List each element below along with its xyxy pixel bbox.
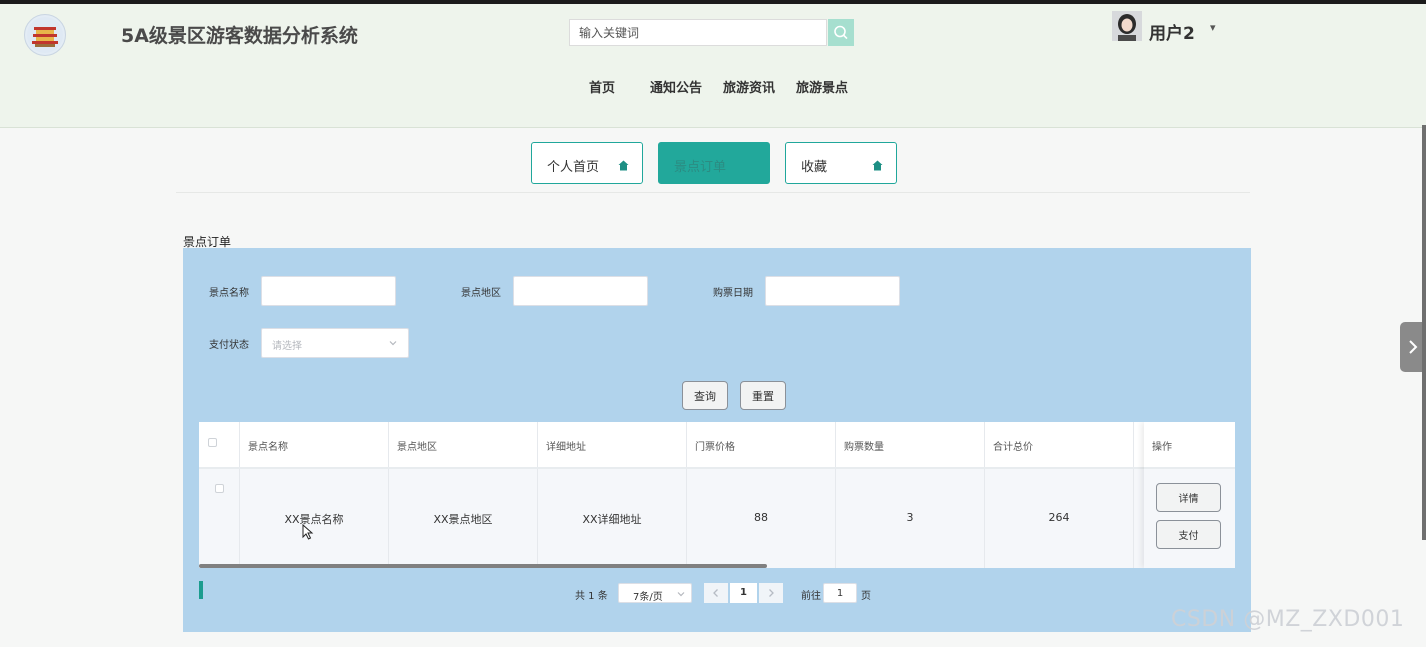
chevron-right-icon <box>769 589 774 597</box>
query-button[interactable]: 查询 <box>682 381 728 410</box>
page-size-select[interactable]: 7条/页 <box>618 583 692 603</box>
scenic-region-input[interactable] <box>513 276 648 306</box>
tab-favorites[interactable]: 收藏 <box>785 142 897 184</box>
filter-label-region: 景点地区 <box>461 288 501 299</box>
header-cell-total: 合计总价 <box>985 422 1134 467</box>
nav-item-scenic-spots[interactable]: 旅游景点 <box>796 77 848 96</box>
row-cell-quantity: 3 <box>836 469 985 568</box>
goto-label: 前往 <box>801 591 821 602</box>
current-page-number[interactable]: 1 <box>730 583 757 603</box>
search-bar <box>569 19 855 48</box>
search-icon <box>834 25 848 40</box>
page-vertical-scrollbar[interactable] <box>1422 125 1426 540</box>
cell-value: XX详细地址 <box>582 513 642 526</box>
divider <box>176 192 1250 193</box>
search-input[interactable] <box>569 19 827 46</box>
nav-item-notices[interactable]: 通知公告 <box>650 77 702 96</box>
cell-value: XX景点地区 <box>433 513 493 526</box>
chevron-down-icon <box>677 592 685 597</box>
center-tabs: 个人首页 景点订单 收藏 <box>0 142 1426 186</box>
header-cell-region: 景点地区 <box>389 422 538 467</box>
pagination: 共 1 条 7条/页 1 前往 页 <box>0 583 1426 605</box>
filter-label-name: 景点名称 <box>209 288 249 299</box>
page-size-value: 7条/页 <box>633 592 663 603</box>
table-row[interactable]: XX景点名称 XX景点地区 XX详细地址 88 3 264 <box>199 469 1235 568</box>
mouse-cursor-icon <box>302 524 314 540</box>
row-cell-total: 264 <box>985 469 1134 568</box>
chevron-down-icon[interactable]: ▾ <box>1210 21 1216 34</box>
next-page-button[interactable] <box>759 583 783 603</box>
row-cell-select <box>199 469 240 568</box>
detail-button[interactable]: 详情 <box>1156 483 1221 512</box>
column-header: 合计总价 <box>993 442 1033 453</box>
goto-page-input[interactable] <box>823 583 857 603</box>
filter-label-date: 购票日期 <box>713 288 753 299</box>
cell-value: 88 <box>754 511 768 524</box>
row-cell-name: XX景点名称 <box>240 469 389 568</box>
header-cell-price: 门票价格 <box>687 422 836 467</box>
tab-scenic-orders[interactable]: 景点订单 <box>658 142 770 184</box>
cell-value: 264 <box>1048 511 1070 524</box>
search-button[interactable] <box>828 19 854 46</box>
page-suffix: 页 <box>861 591 871 602</box>
avatar[interactable] <box>1112 11 1142 41</box>
header-cell-operations: 操作 <box>1144 422 1235 469</box>
column-header: 详细地址 <box>546 442 586 453</box>
header-cell-address: 详细地址 <box>538 422 687 467</box>
pagination-total: 共 1 条 <box>575 591 608 602</box>
table-header-row: 景点名称 景点地区 详细地址 门票价格 购票数量 合计总价 <box>199 422 1235 469</box>
temple-logo-icon <box>27 17 63 53</box>
header-cell-name: 景点名称 <box>240 422 389 467</box>
home-icon <box>872 160 883 171</box>
watermark: CSDN @MZ_ZXD001 <box>1171 607 1405 632</box>
pay-status-select[interactable]: 请选择 <box>261 328 409 358</box>
select-all-checkbox[interactable] <box>208 438 217 447</box>
row-checkbox[interactable] <box>215 484 224 493</box>
purchase-date-input[interactable] <box>765 276 900 306</box>
username[interactable]: 用户2 <box>1149 19 1195 44</box>
cell-value: 3 <box>906 511 914 524</box>
chevron-down-icon <box>389 341 397 346</box>
nav-item-travel-news[interactable]: 旅游资讯 <box>723 77 775 96</box>
row-cell-region: XX景点地区 <box>389 469 538 568</box>
operations-column: 操作 详情 支付 <box>1144 422 1235 568</box>
site-logo[interactable] <box>24 14 66 56</box>
cell-value: XX景点名称 <box>284 513 344 526</box>
main-nav: 首页 通知公告 旅游资讯 旅游景点 <box>0 77 1426 97</box>
site-header: 5A级景区游客数据分析系统 用户2 ▾ 首页 通知公告 旅游资讯 旅游景点 <box>0 4 1426 128</box>
chevron-left-icon <box>713 589 718 597</box>
pay-button[interactable]: 支付 <box>1156 520 1221 549</box>
prev-page-button[interactable] <box>704 583 728 603</box>
nav-item-home[interactable]: 首页 <box>589 77 615 96</box>
column-header: 景点地区 <box>397 442 437 453</box>
tab-label: 景点订单 <box>674 160 727 175</box>
table-horizontal-scrollbar[interactable] <box>199 564 767 568</box>
tab-label: 收藏 <box>801 160 828 175</box>
user-avatar-icon <box>1112 11 1142 41</box>
header-cell-select <box>199 422 240 467</box>
scenic-name-input[interactable] <box>261 276 396 306</box>
tab-label: 个人首页 <box>547 160 600 175</box>
orders-table: 景点名称 景点地区 详细地址 门票价格 购票数量 合计总价 XX景点名称 XX景… <box>199 422 1235 568</box>
column-header: 景点名称 <box>248 442 288 453</box>
reset-button[interactable]: 重置 <box>740 381 786 410</box>
filter-label-pay-status: 支付状态 <box>209 340 249 351</box>
select-placeholder: 请选择 <box>272 341 302 352</box>
row-cell-address: XX详细地址 <box>538 469 687 568</box>
home-icon <box>618 160 629 171</box>
row-cell-price: 88 <box>687 469 836 568</box>
header-cell-quantity: 购票数量 <box>836 422 985 467</box>
column-header: 操作 <box>1152 442 1172 453</box>
column-header: 门票价格 <box>695 442 735 453</box>
tab-personal-home[interactable]: 个人首页 <box>531 142 643 184</box>
app-title: 5A级景区游客数据分析系统 <box>121 25 358 47</box>
column-header: 购票数量 <box>844 442 884 453</box>
